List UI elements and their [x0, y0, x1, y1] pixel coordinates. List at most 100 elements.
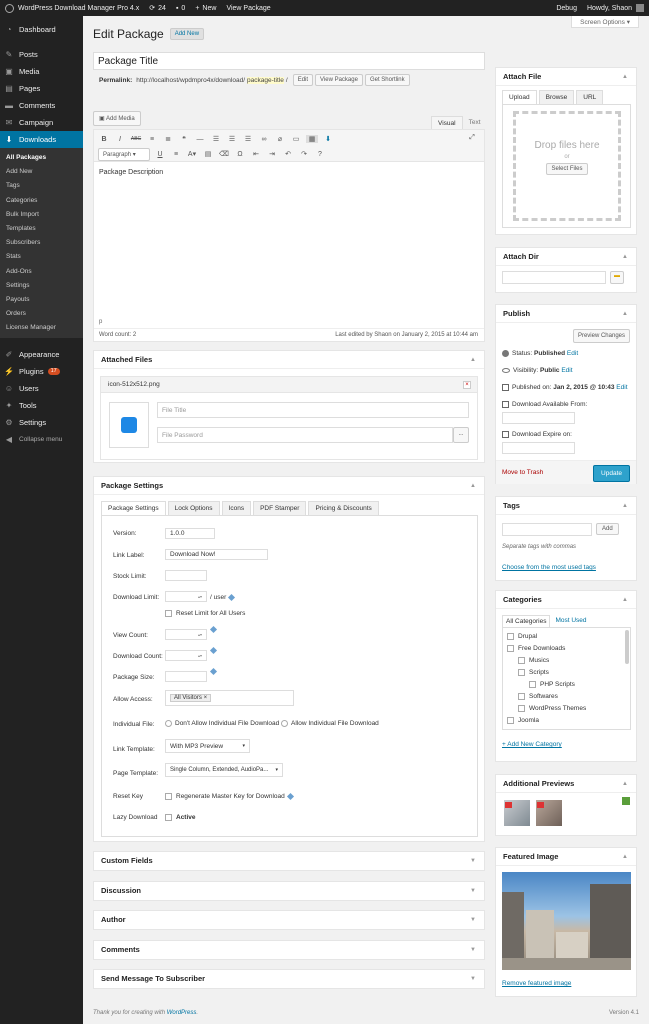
unlink-icon[interactable]: ⌀	[274, 135, 286, 143]
special-char-icon[interactable]: Ω	[234, 151, 246, 158]
select-files-button[interactable]: Select Files	[546, 163, 588, 175]
submenu-item[interactable]: Bulk Import	[0, 208, 83, 222]
send-message-box[interactable]: Send Message To Subscriber ▼	[93, 969, 485, 989]
blockquote-icon[interactable]: ❝	[178, 135, 190, 143]
box-header[interactable]: Featured Image ▲	[496, 848, 636, 866]
wp-logo-menu[interactable]: WordPress Download Manager Pro 4.x	[0, 0, 144, 16]
menu-tools[interactable]: ✦ Tools	[0, 397, 83, 414]
collapse-menu[interactable]: ◀ Collapse menu	[0, 431, 83, 448]
box-header[interactable]: Attach Dir ▲	[496, 248, 636, 266]
tab-package-settings[interactable]: Package Settings	[101, 501, 166, 515]
tab-pricing[interactable]: Pricing & Discounts	[308, 501, 379, 515]
category-item[interactable]: Free Downloads	[503, 643, 630, 655]
category-checkbox[interactable]	[507, 632, 514, 640]
menu-pages[interactable]: ▤ Pages	[0, 80, 83, 97]
toggle-icon[interactable]: ▼	[470, 882, 476, 900]
submenu-item[interactable]: Tags	[0, 179, 83, 193]
box-header[interactable]: Categories ▲	[496, 591, 636, 609]
text-color-icon[interactable]: A▾	[186, 150, 198, 158]
updates-link[interactable]: ⟳ 24	[144, 0, 171, 16]
box-header[interactable]: Publish ▲	[496, 305, 636, 323]
discussion-box[interactable]: Discussion ▼	[93, 881, 485, 901]
strikethrough-icon[interactable]: ABC	[130, 136, 142, 142]
permalink-edit-button[interactable]: Edit	[292, 74, 314, 86]
debug-link[interactable]: Debug	[551, 0, 582, 16]
toggle-icon[interactable]: ▲	[622, 305, 628, 323]
add-tag-button[interactable]: Add	[596, 523, 619, 535]
toggle-icon[interactable]: ▲	[622, 775, 628, 793]
menu-media[interactable]: ▣ Media	[0, 63, 83, 80]
tab-text[interactable]: Text	[463, 116, 487, 130]
kitchen-sink-icon[interactable]: ▦	[306, 135, 318, 143]
edit-visibility-link[interactable]: Edit	[561, 367, 572, 374]
align-left-icon[interactable]: ☰	[210, 135, 222, 143]
tab-most-used[interactable]: Most Used	[552, 615, 589, 627]
link-template-select[interactable]: With MP3 Preview ▾	[165, 739, 250, 753]
permalink-url[interactable]: http://localhost/wpdmpro4x/download/	[136, 77, 245, 84]
align-right-icon[interactable]: ☰	[242, 135, 254, 143]
view-package-button[interactable]: View Package	[315, 74, 363, 86]
menu-posts[interactable]: ✎ Posts	[0, 46, 83, 63]
outdent-icon[interactable]: ⇤	[250, 150, 262, 158]
download-link-icon[interactable]: ⬇	[322, 135, 334, 143]
menu-appearance[interactable]: ✐ Appearance	[0, 346, 83, 363]
category-checkbox[interactable]	[518, 692, 525, 700]
featured-image[interactable]	[502, 872, 631, 970]
submenu-item[interactable]: Orders	[0, 307, 83, 321]
more-tag-icon[interactable]: ▭	[290, 135, 302, 143]
available-from-input[interactable]	[502, 412, 575, 424]
expire-on-input[interactable]	[502, 442, 575, 454]
category-checkbox[interactable]	[529, 680, 536, 688]
indent-icon[interactable]: ⇥	[266, 150, 278, 158]
view-package-link[interactable]: View Package	[221, 0, 275, 16]
tab-upload[interactable]: Upload	[502, 90, 537, 104]
site-name[interactable]: WordPress Download Manager Pro 4.x	[18, 5, 139, 12]
link-icon[interactable]: ∞	[258, 136, 270, 143]
account-menu[interactable]: Howdy, Shaon	[582, 0, 649, 16]
permalink-slug[interactable]: package-title	[247, 76, 284, 84]
submenu-item[interactable]: Categories	[0, 194, 83, 208]
toggle-icon[interactable]: ▲	[622, 848, 628, 866]
box-header[interactable]: Attach File ▲	[496, 68, 636, 86]
bullet-list-icon[interactable]: ≡	[146, 136, 158, 143]
category-checkbox[interactable]	[518, 704, 525, 712]
tab-visual[interactable]: Visual	[431, 116, 463, 130]
submenu-item[interactable]: Stats	[0, 250, 83, 264]
menu-settings[interactable]: ⚙ Settings	[0, 414, 83, 431]
new-content-link[interactable]: + New	[190, 0, 221, 16]
tab-icons[interactable]: Icons	[221, 501, 252, 515]
editor-content[interactable]: Package Description	[94, 162, 484, 312]
download-count-input[interactable]: ▴▾	[165, 650, 207, 661]
add-new-category-link[interactable]: + Add New Category	[502, 741, 562, 748]
access-token[interactable]: All Visitors ×	[170, 694, 212, 702]
lazy-download-checkbox[interactable]	[165, 814, 172, 821]
help-icon[interactable]: ?	[314, 151, 326, 158]
tab-url[interactable]: URL	[576, 90, 604, 104]
menu-comments[interactable]: ▬ Comments	[0, 97, 83, 114]
reset-key-checkbox[interactable]	[165, 793, 172, 800]
remove-preview-icon[interactable]	[505, 802, 512, 808]
allow-access-select[interactable]: All Visitors ×	[165, 690, 294, 706]
comments-box[interactable]: Comments ▼	[93, 940, 485, 960]
tab-lock-options[interactable]: Lock Options	[167, 501, 220, 515]
wordpress-link[interactable]: WordPress	[167, 1010, 197, 1016]
redo-icon[interactable]: ↷	[298, 150, 310, 158]
menu-campaign[interactable]: ✉ Campaign	[0, 114, 83, 131]
box-header[interactable]: Attached Files ▲	[94, 351, 484, 369]
submenu-item[interactable]: Settings	[0, 279, 83, 293]
drop-zone[interactable]: Drop files here or Select Files	[513, 111, 621, 221]
submenu-item[interactable]: Subscribers	[0, 236, 83, 250]
preview-thumb[interactable]	[504, 800, 530, 826]
dir-path-input[interactable]	[502, 271, 606, 284]
reset-limit-checkbox[interactable]	[165, 610, 172, 617]
comments-link[interactable]: ▪ 0	[171, 0, 190, 16]
screen-options-button[interactable]: Screen Options ▾	[571, 16, 639, 28]
add-new-button[interactable]: Add New	[169, 28, 205, 40]
bold-icon[interactable]: B	[98, 136, 110, 143]
post-title-input[interactable]: Package Title	[93, 52, 485, 70]
get-shortlink-button[interactable]: Get Shortlink	[364, 74, 410, 86]
remove-featured-image-link[interactable]: Remove featured image	[502, 980, 571, 987]
author-box[interactable]: Author ▼	[93, 910, 485, 930]
category-item[interactable]: WordPress Themes	[503, 703, 630, 715]
submenu-item[interactable]: All Packages	[0, 151, 83, 165]
